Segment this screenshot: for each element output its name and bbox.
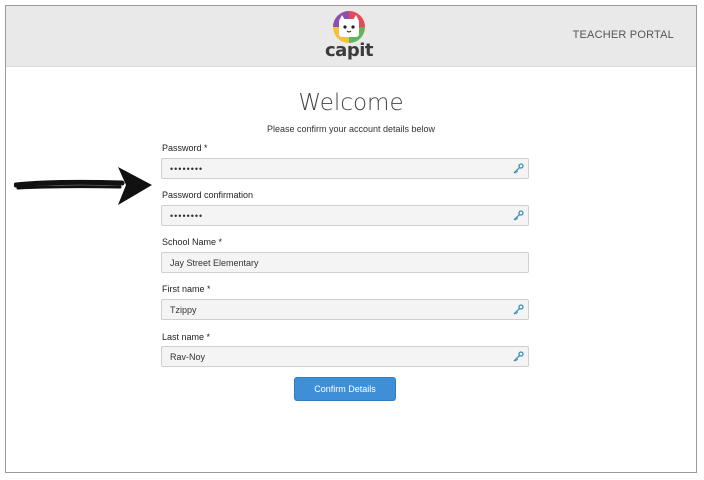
- browser-frame: capit TEACHER PORTAL Welcome Please conf…: [5, 5, 697, 473]
- school-name-label: School Name *: [162, 237, 223, 247]
- teacher-portal-link[interactable]: TEACHER PORTAL: [573, 29, 674, 41]
- last-name-label: Last name *: [162, 332, 211, 342]
- first-name-input[interactable]: [162, 300, 528, 319]
- header-bar: capit TEACHER PORTAL: [6, 6, 696, 67]
- school-name-input[interactable]: [162, 253, 528, 272]
- key-icon[interactable]: [512, 304, 524, 316]
- school-name-field-wrapper: [161, 252, 529, 273]
- password-confirmation-field-wrapper: [161, 205, 529, 226]
- first-name-field-wrapper: [161, 299, 529, 320]
- password-label: Password *: [162, 143, 208, 153]
- confirm-details-button[interactable]: Confirm Details: [294, 377, 396, 401]
- page-subtitle: Please confirm your account details belo…: [266, 124, 436, 134]
- key-icon[interactable]: [512, 351, 524, 363]
- first-name-label: First name *: [162, 284, 211, 294]
- capit-logo-icon: [333, 11, 365, 43]
- key-icon[interactable]: [512, 210, 524, 222]
- capit-logo[interactable]: capit: [324, 10, 374, 64]
- last-name-field-wrapper: [161, 346, 529, 367]
- password-field-wrapper: [161, 158, 529, 179]
- password-confirmation-input[interactable]: [162, 206, 528, 225]
- logo-text: capit: [325, 40, 373, 61]
- key-icon[interactable]: [512, 163, 524, 175]
- arrow-icon: [14, 167, 152, 205]
- last-name-input[interactable]: [162, 347, 528, 366]
- password-confirmation-label: Password confirmation: [162, 190, 254, 200]
- page-title: Welcome: [298, 90, 404, 116]
- password-input[interactable]: [162, 159, 528, 178]
